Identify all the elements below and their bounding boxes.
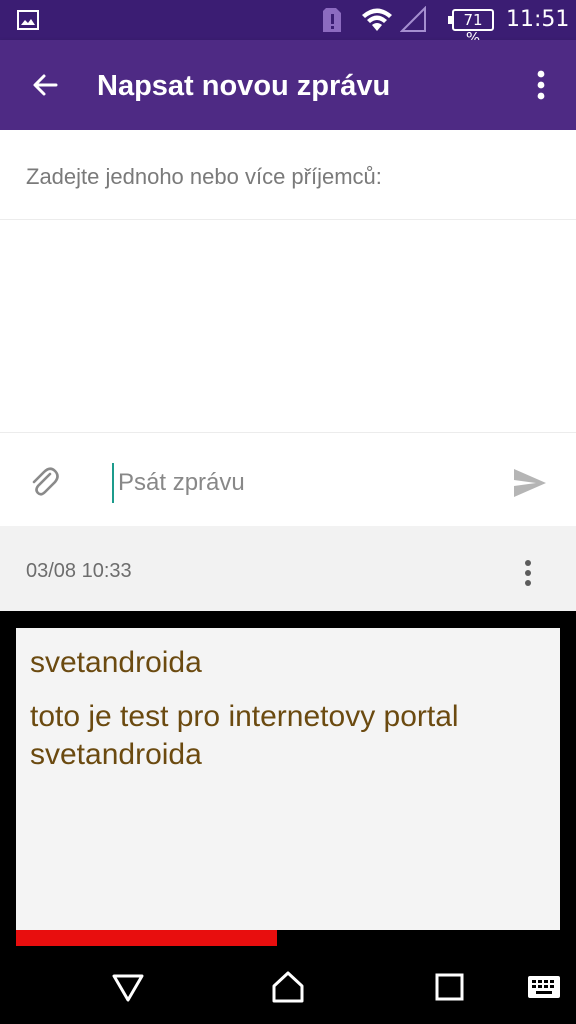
home-icon[interactable]: [270, 970, 306, 1004]
status-bar: 71 % 11:51: [0, 0, 576, 47]
back-arrow-icon[interactable]: [30, 70, 60, 100]
message-composer: Psát zprávu: [0, 432, 576, 526]
attach-icon[interactable]: [28, 465, 60, 499]
preview-body: toto je test pro internetovy portal svet…: [30, 700, 459, 771]
recents-icon[interactable]: [432, 970, 468, 1004]
message-input[interactable]: Psát zprávu: [112, 463, 492, 503]
preview-sender: svetandroida: [30, 646, 202, 679]
compose-screen: Zadejte jednoho nebo více příjemců: Psát…: [0, 130, 576, 611]
recipients-placeholder: Zadejte jednoho nebo více příjemců:: [26, 164, 382, 189]
signal-icon: [400, 6, 426, 32]
keyboard-icon[interactable]: [526, 970, 562, 1004]
page-title: Napsat novou zprávu: [97, 70, 391, 102]
progress-fill: [16, 930, 277, 946]
back-triangle-icon[interactable]: [110, 970, 146, 1004]
message-preview-card[interactable]: svetandroida toto je test pro internetov…: [16, 628, 560, 930]
image-notification-icon: [17, 10, 39, 30]
app-toolbar: Napsat novou zprávu: [0, 40, 576, 130]
navigation-bar: [0, 946, 576, 1024]
recipients-field[interactable]: Zadejte jednoho nebo více příjemců:: [0, 130, 576, 220]
clock: 11:51: [506, 7, 570, 32]
sim-alert-icon: [323, 8, 341, 32]
message-more-icon[interactable]: [518, 558, 538, 588]
wifi-icon: [362, 8, 392, 31]
message-timestamp: 03/08 10:33: [26, 560, 132, 582]
message-info-bar: 03/08 10:33: [0, 526, 576, 611]
progress-bar: [16, 930, 560, 946]
send-icon[interactable]: [512, 467, 548, 499]
battery-icon: 71 %: [448, 9, 494, 47]
more-vertical-icon[interactable]: [530, 68, 552, 102]
